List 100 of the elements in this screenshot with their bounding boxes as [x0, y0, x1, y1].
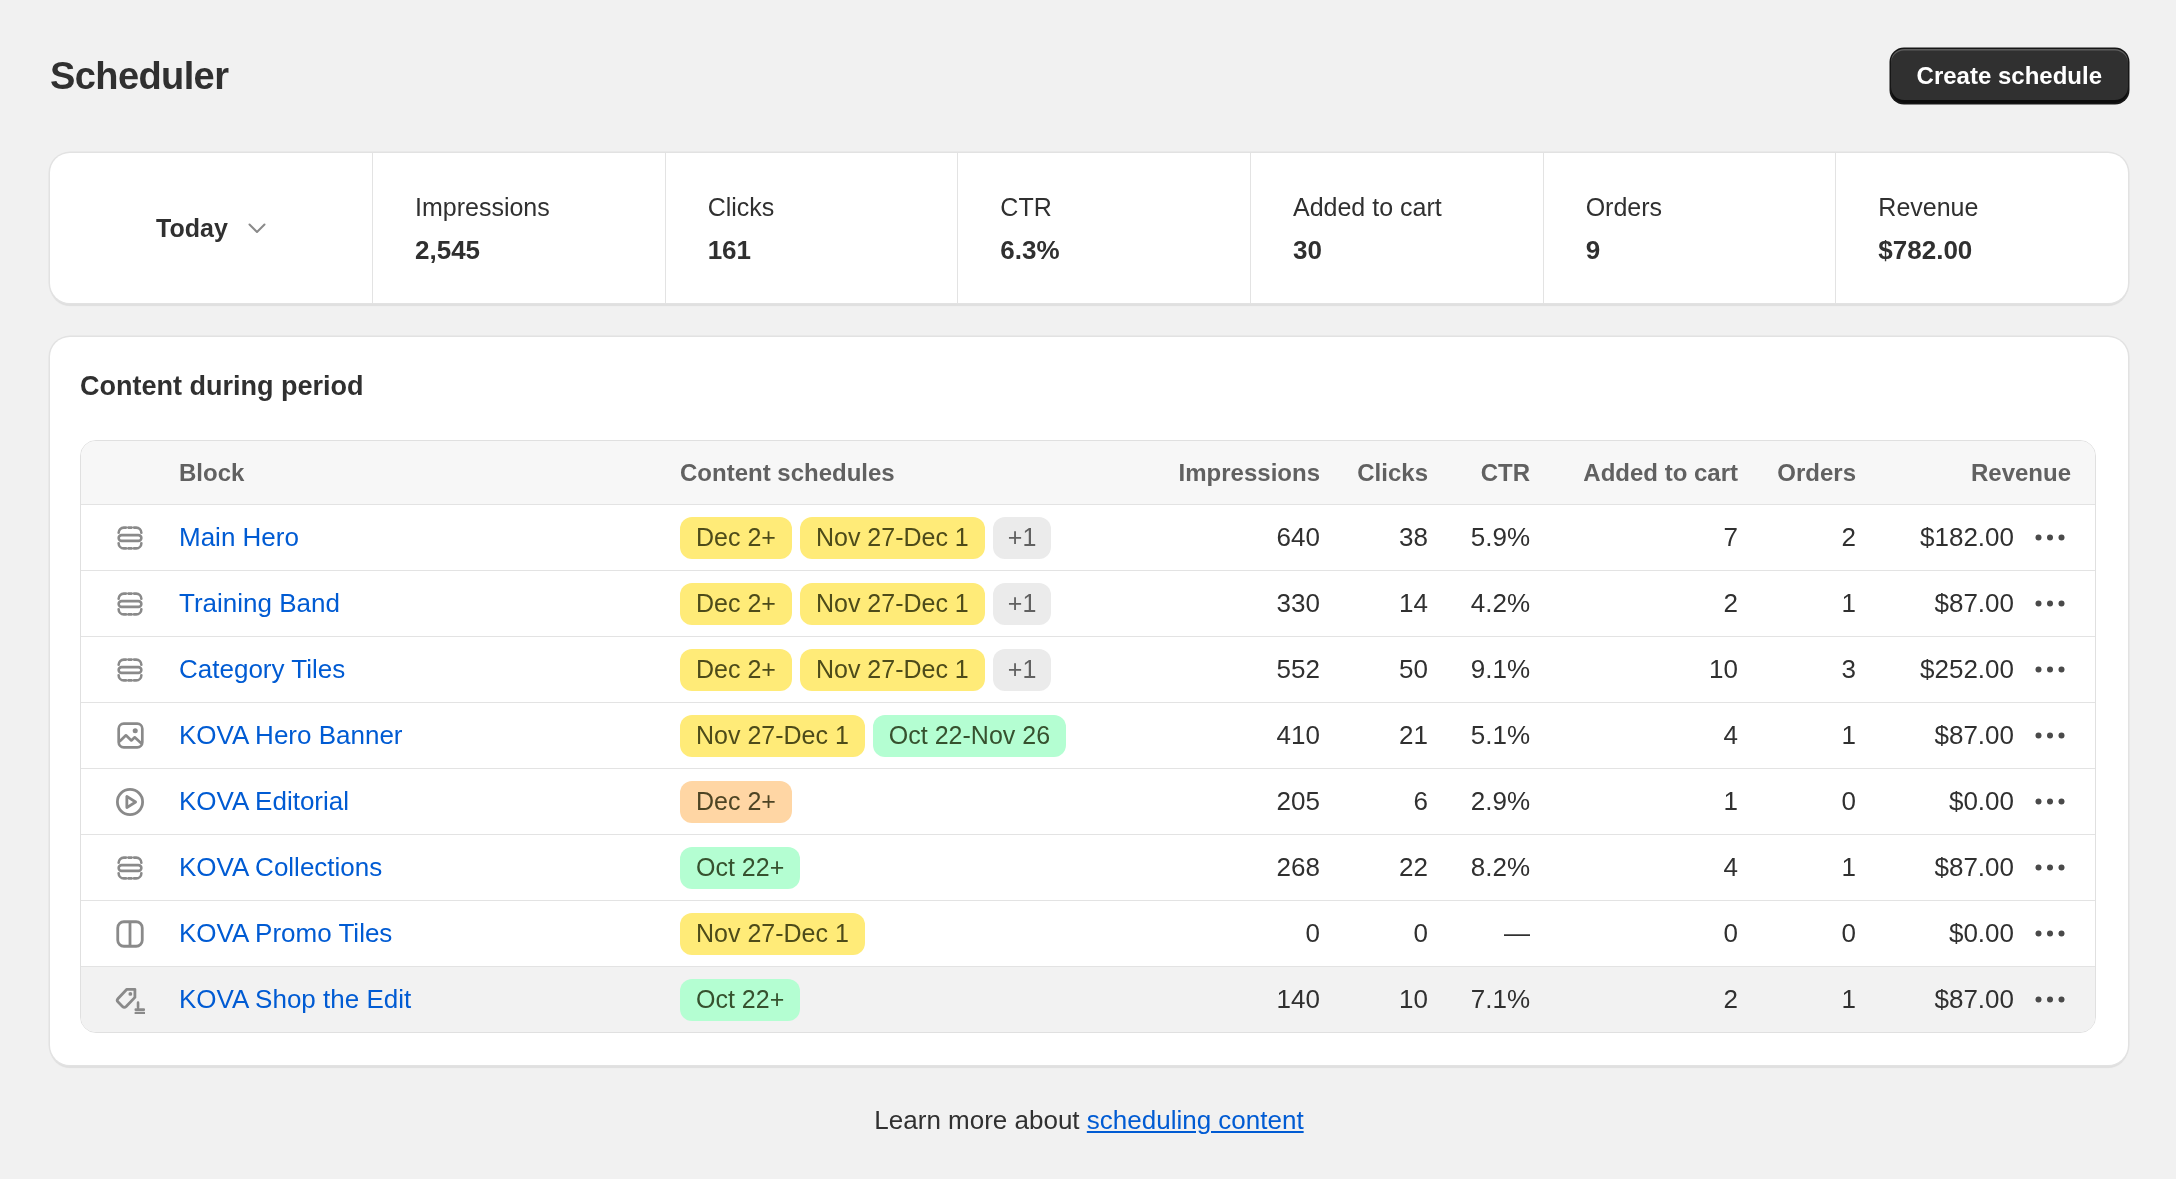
table-cell: $252.00: [1920, 654, 2014, 685]
metric-label: Impressions: [415, 191, 550, 222]
schedule-badge: Dec 2+: [680, 648, 792, 691]
table-cell: 2: [1841, 522, 1856, 553]
table-cell: 2: [1723, 588, 1738, 619]
table-cell: 0: [1723, 918, 1738, 949]
table-cell: 140: [1276, 984, 1320, 1015]
table-cell: 22: [1399, 852, 1428, 883]
table-cell: 3: [1841, 654, 1856, 685]
split-square-icon: [116, 919, 144, 948]
metric-value: 161: [707, 234, 752, 265]
ellipsis-icon[interactable]: [2035, 666, 2065, 673]
metric-value: $782.00: [1878, 234, 1973, 265]
footer-text: Learn more about scheduling content: [873, 1105, 1305, 1135]
schedule-badge: Nov 27-Dec 1: [799, 582, 985, 625]
table-cell: 330: [1276, 588, 1320, 619]
count-badge: +1: [992, 582, 1052, 625]
table-cell: 7.1%: [1470, 984, 1530, 1015]
table-cell: 7: [1723, 522, 1738, 553]
metric-value: 30: [1293, 234, 1322, 265]
table-cell: 0: [1841, 918, 1856, 949]
metric-label: Orders: [1585, 191, 1663, 222]
dashed-rows-icon: [117, 525, 143, 550]
table-cell: 2.9%: [1470, 786, 1530, 817]
metric-label: Clicks: [707, 191, 775, 222]
dashed-rows-icon: [117, 657, 143, 682]
ellipsis-icon[interactable]: [2035, 732, 2065, 739]
column-header: Content schedules: [680, 458, 896, 487]
table-cell: 8.2%: [1470, 852, 1530, 883]
ellipsis-icon[interactable]: [2035, 798, 2065, 805]
schedule-badge: Dec 2+: [680, 516, 792, 559]
table-cell: 1: [1841, 984, 1856, 1015]
block-link[interactable]: Main Hero: [179, 522, 299, 553]
block-link[interactable]: KOVA Hero Banner: [179, 720, 403, 751]
table-cell: 0: [1305, 918, 1320, 949]
block-link[interactable]: KOVA Editorial: [179, 786, 350, 817]
table-cell: 552: [1276, 654, 1320, 685]
table-cell: 38: [1399, 522, 1428, 553]
table-cell: 4: [1723, 720, 1738, 751]
create-schedule-button[interactable]: Create schedule: [1890, 49, 2128, 103]
image-icon: [116, 722, 144, 749]
ellipsis-icon[interactable]: [2035, 930, 2065, 937]
schedule-badge: Oct 22+: [680, 846, 801, 889]
play-circle-icon: [116, 787, 144, 816]
table-cell: $0.00: [1948, 786, 2014, 817]
table-cell: 0: [1841, 786, 1856, 817]
table-cell: 640: [1276, 522, 1320, 553]
table-cell: 5.9%: [1470, 522, 1530, 553]
schedule-badge: Oct 22-Nov 26: [872, 714, 1067, 757]
table-cell: 1: [1723, 786, 1738, 817]
dashed-rows-icon: [117, 855, 143, 880]
table-cell: 1: [1841, 852, 1856, 883]
column-header: Clicks: [1357, 458, 1428, 487]
table-cell: 1: [1841, 588, 1856, 619]
column-header: Orders: [1777, 458, 1856, 487]
help-link[interactable]: scheduling content: [1086, 1105, 1304, 1135]
table-cell: 205: [1276, 786, 1320, 817]
table-cell: 1: [1841, 720, 1856, 751]
table-cell: 9.1%: [1470, 654, 1530, 685]
ellipsis-icon[interactable]: [2035, 534, 2065, 541]
count-badge: +1: [992, 648, 1052, 691]
schedule-badge: Nov 27-Dec 1: [680, 912, 865, 955]
column-header: CTR: [1480, 458, 1530, 487]
dashed-rows-icon: [117, 591, 143, 616]
column-header: Impressions: [1178, 458, 1320, 487]
schedule-badge: Nov 27-Dec 1: [680, 714, 865, 757]
table-cell: 268: [1276, 852, 1320, 883]
metric-label: Added to cart: [1293, 191, 1442, 222]
schedule-badge: Nov 27-Dec 1: [799, 516, 985, 559]
block-link[interactable]: KOVA Promo Tiles: [179, 918, 393, 949]
table-cell: 0: [1413, 918, 1428, 949]
metric-label: Revenue: [1878, 191, 1979, 222]
metric-value: 9: [1585, 234, 1601, 265]
ellipsis-icon[interactable]: [2035, 996, 2065, 1003]
table-cell: 2: [1723, 984, 1738, 1015]
ellipsis-icon[interactable]: [2035, 600, 2065, 607]
block-link[interactable]: KOVA Shop the Edit: [179, 984, 412, 1015]
column-header: Revenue: [1970, 458, 2072, 487]
schedule-badge: Dec 2+: [680, 780, 792, 823]
table-cell: $87.00: [1934, 984, 2014, 1015]
table-cell: 50: [1399, 654, 1428, 685]
table-cell: $182.00: [1920, 522, 2014, 553]
table-cell: $0.00: [1948, 918, 2014, 949]
table-cell: 6: [1413, 786, 1428, 817]
schedule-badge: Oct 22+: [680, 978, 801, 1021]
period-dropdown[interactable]: Today: [148, 207, 274, 249]
chevron-down-icon: [247, 222, 266, 234]
table-cell: 10: [1709, 654, 1738, 685]
block-link[interactable]: Category Tiles: [179, 654, 346, 685]
block-link[interactable]: Training Band: [179, 588, 340, 619]
metric-value: 2,545: [415, 234, 481, 265]
block-link[interactable]: KOVA Collections: [179, 852, 383, 883]
metric-value: 6.3%: [1000, 234, 1060, 265]
tag-icon: [115, 985, 145, 1014]
table-cell: 4: [1723, 852, 1738, 883]
table-cell: $87.00: [1934, 852, 2014, 883]
table-cell: 4.2%: [1470, 588, 1530, 619]
table-cell: $87.00: [1934, 588, 2014, 619]
ellipsis-icon[interactable]: [2035, 864, 2065, 871]
table-cell: 5.1%: [1470, 720, 1530, 751]
